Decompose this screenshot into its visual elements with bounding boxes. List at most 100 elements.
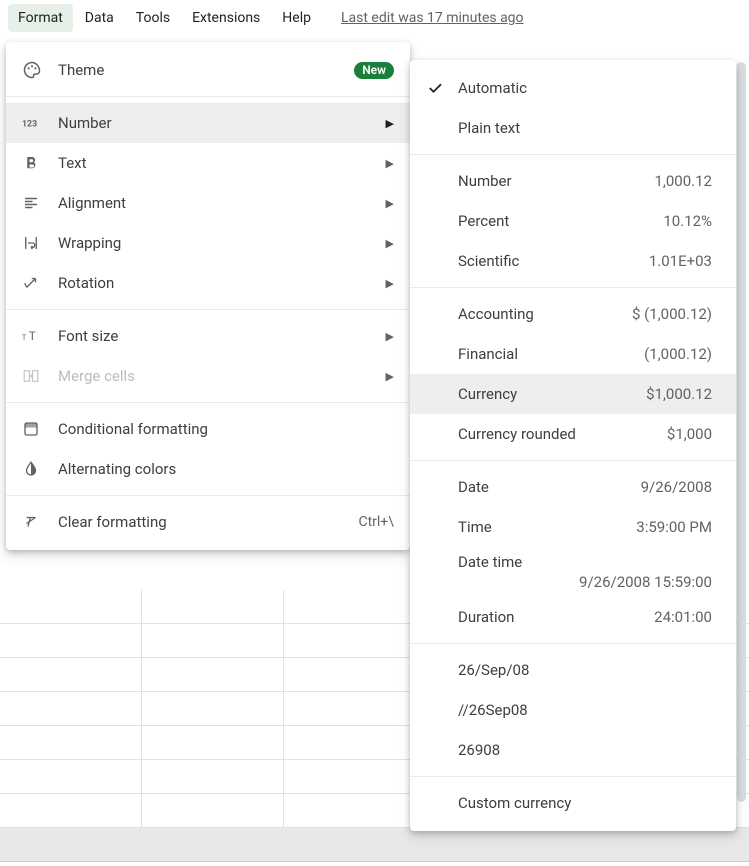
submenu-label: Currency bbox=[458, 385, 646, 403]
menu-help[interactable]: Help bbox=[272, 4, 321, 32]
submenu-item-financial[interactable]: Financial (1,000.12) bbox=[410, 334, 736, 374]
palette-icon bbox=[22, 60, 58, 80]
submenu-item-accounting[interactable]: Accounting $ (1,000.12) bbox=[410, 294, 736, 334]
submenu-item-custom-2[interactable]: //26Sep08 bbox=[410, 690, 736, 730]
submenu-label: Number bbox=[458, 172, 655, 190]
submenu-example: 1,000.12 bbox=[655, 172, 713, 190]
menu-item-alignment[interactable]: Alignment ▶ bbox=[6, 183, 410, 223]
submenu-label: 26908 bbox=[458, 741, 712, 759]
separator bbox=[410, 643, 736, 644]
font-size-icon: TT bbox=[22, 327, 58, 345]
chevron-right-icon: ▶ bbox=[386, 370, 394, 383]
scrollbar-thumb[interactable] bbox=[737, 62, 746, 802]
submenu-item-custom-currency[interactable]: Custom currency bbox=[410, 783, 736, 823]
chevron-right-icon: ▶ bbox=[386, 277, 394, 290]
separator bbox=[410, 776, 736, 777]
submenu-item-date-time[interactable]: Date time 9/26/2008 15:59:00 bbox=[410, 547, 736, 597]
submenu-item-currency-rounded[interactable]: Currency rounded $1,000 bbox=[410, 414, 736, 454]
submenu-example: 9/26/2008 15:59:00 bbox=[458, 573, 712, 591]
separator bbox=[410, 460, 736, 461]
menu-label: Conditional formatting bbox=[58, 420, 394, 438]
menu-data[interactable]: Data bbox=[75, 4, 124, 32]
submenu-item-scientific[interactable]: Scientific 1.01E+03 bbox=[410, 241, 736, 281]
menu-item-font-size[interactable]: TT Font size ▶ bbox=[6, 316, 410, 356]
submenu-item-number[interactable]: Number 1,000.12 bbox=[410, 161, 736, 201]
menu-item-merge-cells: Merge cells ▶ bbox=[6, 356, 410, 396]
submenu-example: 9/26/2008 bbox=[641, 478, 712, 496]
chevron-right-icon: ▶ bbox=[386, 157, 394, 170]
check-icon bbox=[426, 79, 458, 97]
menu-tools[interactable]: Tools bbox=[126, 4, 180, 32]
menu-item-alternating-colors[interactable]: Alternating colors bbox=[6, 449, 410, 489]
submenu-item-currency[interactable]: Currency $1,000.12 bbox=[410, 374, 736, 414]
submenu-label: Automatic bbox=[458, 79, 712, 97]
submenu-example: 3:59:00 PM bbox=[636, 518, 712, 536]
menu-label: Alignment bbox=[58, 194, 386, 212]
submenu-item-automatic[interactable]: Automatic bbox=[410, 68, 736, 108]
submenu-example: $ (1,000.12) bbox=[632, 305, 712, 323]
submenu-label: 26/Sep/08 bbox=[458, 661, 712, 679]
submenu-example: $1,000 bbox=[667, 425, 712, 443]
submenu-label: Currency rounded bbox=[458, 425, 667, 443]
menu-label: Alternating colors bbox=[58, 460, 394, 478]
submenu-item-time[interactable]: Time 3:59:00 PM bbox=[410, 507, 736, 547]
last-edit-link[interactable]: Last edit was 17 minutes ago bbox=[341, 10, 524, 26]
merge-icon bbox=[22, 367, 58, 385]
menu-label: Number bbox=[58, 114, 386, 132]
submenu-label: Accounting bbox=[458, 305, 632, 323]
submenu-item-date[interactable]: Date 9/26/2008 bbox=[410, 467, 736, 507]
menu-item-wrapping[interactable]: Wrapping ▶ bbox=[6, 223, 410, 263]
wrap-icon bbox=[22, 234, 58, 252]
separator bbox=[410, 154, 736, 155]
submenu-item-custom-1[interactable]: 26/Sep/08 bbox=[410, 650, 736, 690]
clear-format-icon bbox=[22, 513, 58, 531]
submenu-label: //26Sep08 bbox=[458, 701, 712, 719]
chevron-right-icon: ▶ bbox=[386, 330, 394, 343]
submenu-item-plain-text[interactable]: Plain text bbox=[410, 108, 736, 148]
number-icon: 123 bbox=[22, 116, 58, 130]
separator bbox=[6, 495, 410, 496]
submenu-item-custom-3[interactable]: 26908 bbox=[410, 730, 736, 770]
separator bbox=[410, 287, 736, 288]
conditional-format-icon bbox=[22, 420, 58, 438]
submenu-item-percent[interactable]: Percent 10.12% bbox=[410, 201, 736, 241]
menu-format[interactable]: Format bbox=[8, 4, 73, 32]
chevron-right-icon: ▶ bbox=[386, 117, 394, 130]
rotation-icon bbox=[22, 274, 58, 292]
menu-label: Merge cells bbox=[58, 367, 386, 385]
submenu-label: Financial bbox=[458, 345, 644, 363]
menu-item-rotation[interactable]: Rotation ▶ bbox=[6, 263, 410, 303]
menu-label: Theme bbox=[58, 61, 354, 79]
menu-item-number[interactable]: 123 Number ▶ bbox=[6, 103, 410, 143]
submenu-example: 1.01E+03 bbox=[649, 252, 712, 270]
menu-item-text[interactable]: Text ▶ bbox=[6, 143, 410, 183]
submenu-label: Date bbox=[458, 478, 641, 496]
menu-label: Font size bbox=[58, 327, 386, 345]
format-dropdown: Theme New 123 Number ▶ Text ▶ Alignment … bbox=[6, 42, 410, 550]
menu-item-clear-formatting[interactable]: Clear formatting Ctrl+\ bbox=[6, 502, 410, 542]
svg-text:123: 123 bbox=[22, 120, 37, 130]
chevron-right-icon: ▶ bbox=[386, 237, 394, 250]
scrollbar[interactable] bbox=[737, 62, 746, 862]
menu-item-conditional-formatting[interactable]: Conditional formatting bbox=[6, 409, 410, 449]
svg-text:T: T bbox=[22, 334, 26, 342]
menu-label: Text bbox=[58, 154, 386, 172]
droplet-icon bbox=[22, 460, 58, 478]
submenu-label: Time bbox=[458, 518, 636, 536]
submenu-label: Date time bbox=[458, 553, 712, 571]
align-icon bbox=[22, 194, 58, 212]
menubar: Format Data Tools Extensions Help Last e… bbox=[0, 0, 749, 36]
submenu-example: 24:01:00 bbox=[654, 608, 712, 626]
submenu-example: (1,000.12) bbox=[644, 345, 712, 363]
submenu-item-duration[interactable]: Duration 24:01:00 bbox=[410, 597, 736, 637]
svg-text:T: T bbox=[29, 329, 36, 343]
separator bbox=[6, 96, 410, 97]
bold-icon bbox=[22, 154, 58, 172]
menu-label: Rotation bbox=[58, 274, 386, 292]
new-badge: New bbox=[354, 62, 394, 79]
menu-extensions[interactable]: Extensions bbox=[182, 4, 270, 32]
submenu-example: $1,000.12 bbox=[646, 385, 712, 403]
number-submenu: Automatic Plain text Number 1,000.12 Per… bbox=[410, 60, 736, 831]
menu-item-theme[interactable]: Theme New bbox=[6, 50, 410, 90]
submenu-label: Duration bbox=[458, 608, 654, 626]
